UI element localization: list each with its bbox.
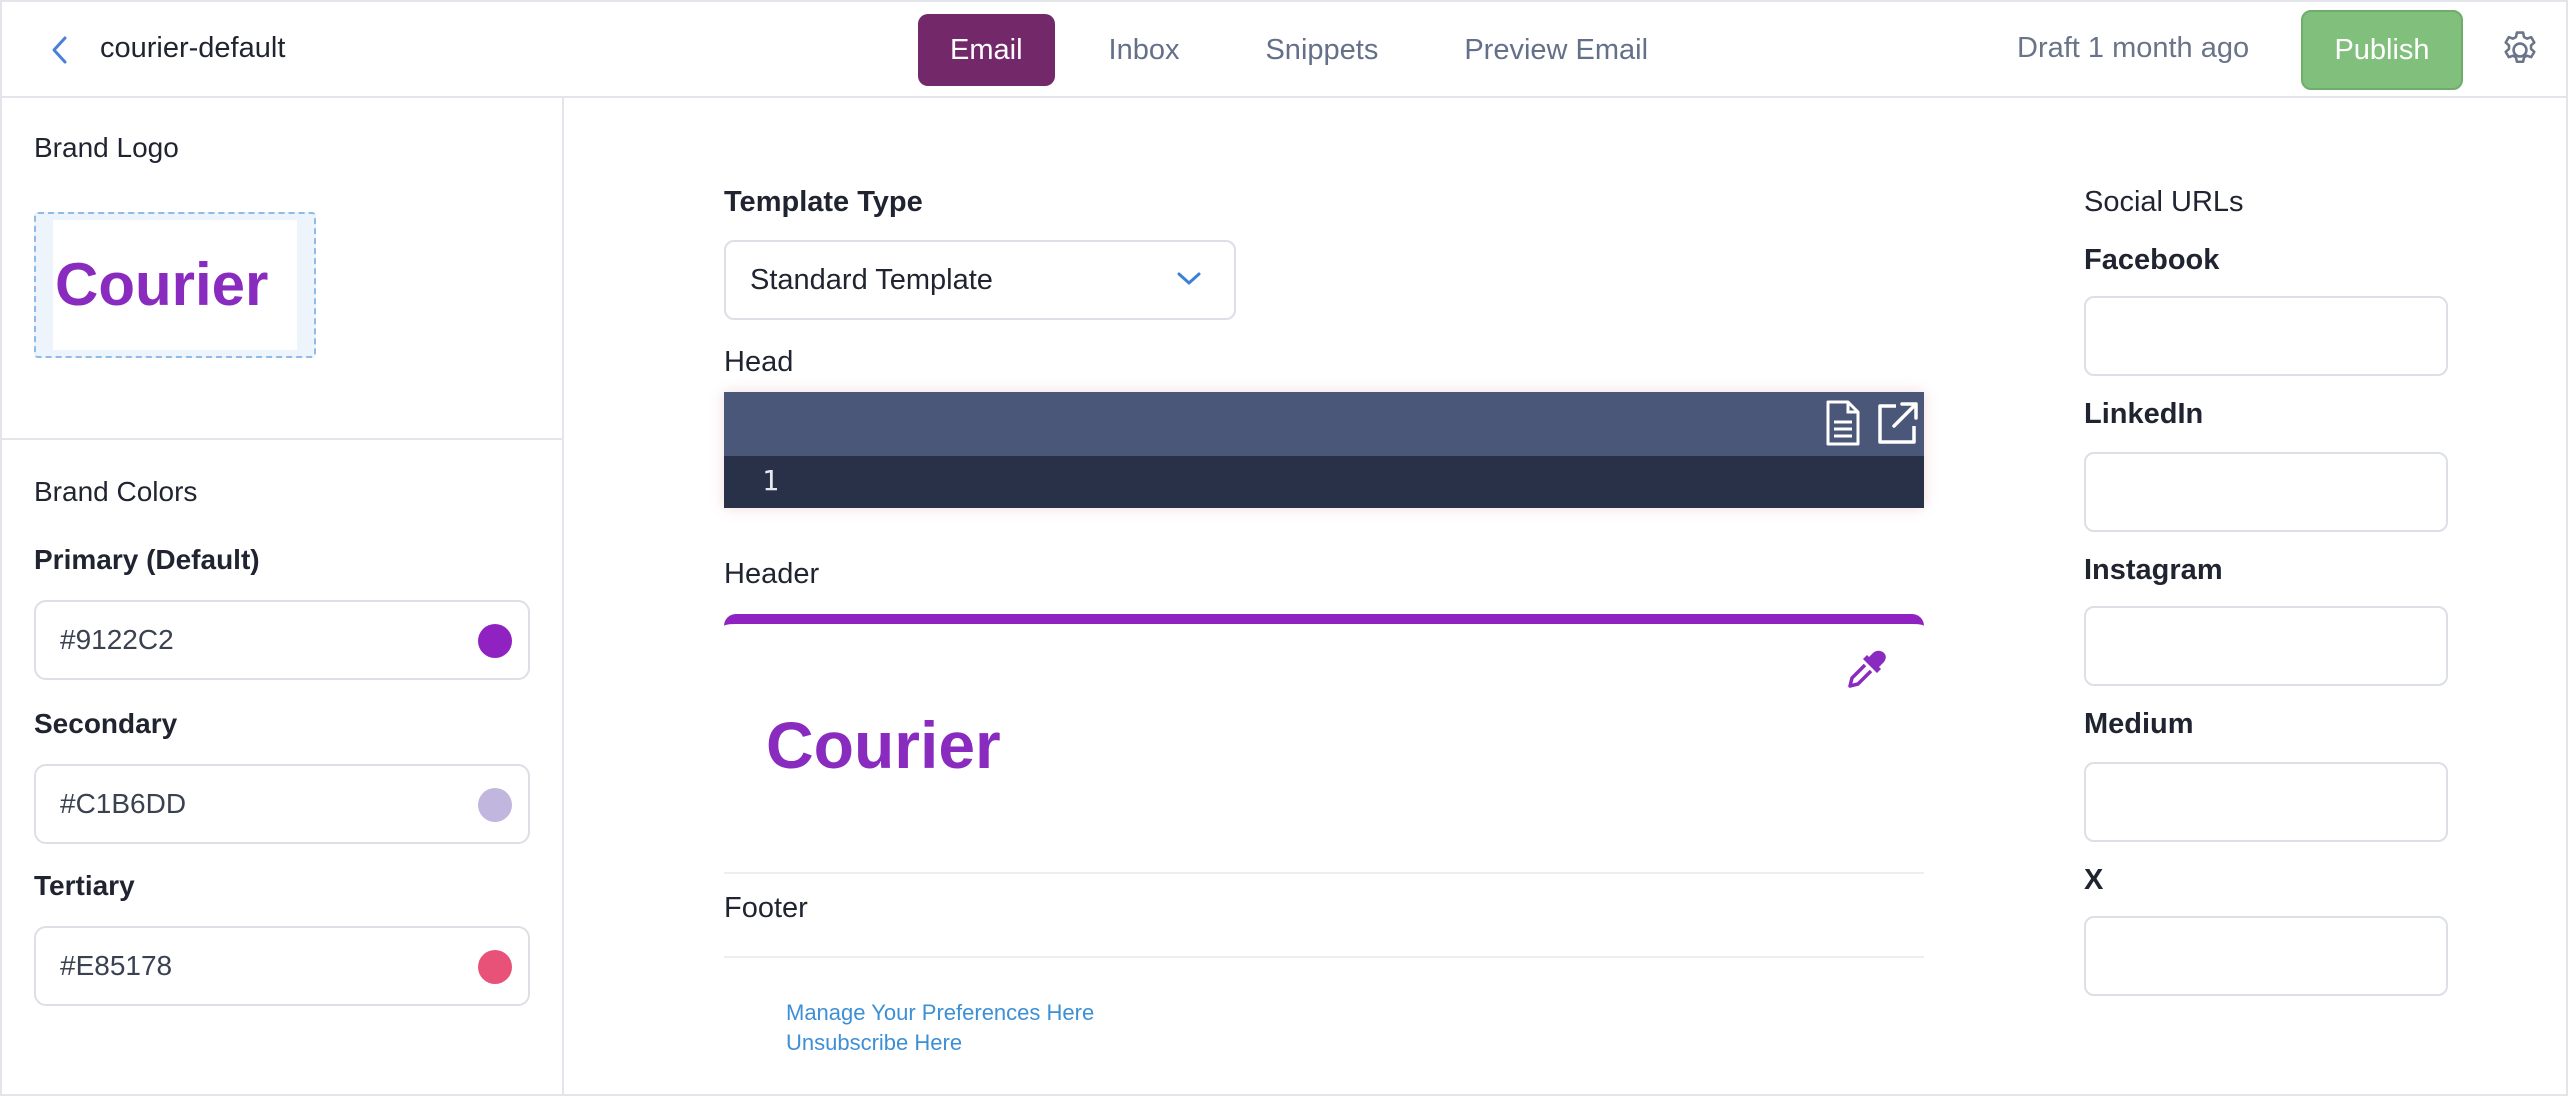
svg-text:Courier: Courier	[55, 251, 268, 318]
editor-toolbar	[724, 392, 1924, 456]
tab-bar: Email Inbox Snippets Preview Email	[918, 14, 1702, 86]
back-button[interactable]	[42, 30, 78, 70]
medium-label: Medium	[2084, 708, 2194, 740]
secondary-color-field[interactable]: #C1B6DD	[34, 764, 530, 844]
tertiary-color-field[interactable]: #E85178	[34, 926, 530, 1006]
line-number: 1	[762, 464, 779, 497]
primary-color-label: Primary (Default)	[34, 544, 260, 575]
tertiary-color-label: Tertiary	[34, 870, 135, 901]
courier-logo: Courier	[55, 251, 268, 318]
top-bar: courier-default Email Inbox Snippets Pre…	[2, 2, 2566, 98]
tab-snippets[interactable]: Snippets	[1233, 14, 1410, 86]
x-url-input[interactable]	[2084, 916, 2448, 996]
template-type-select[interactable]: Standard Template	[724, 240, 1236, 320]
head-code-editor[interactable]: 1	[724, 392, 1924, 508]
brand-logo-title: Brand Logo	[34, 132, 179, 163]
chevron-left-icon	[52, 36, 67, 64]
secondary-color-value: #C1B6DD	[60, 788, 187, 819]
instagram-label: Instagram	[2084, 554, 2223, 586]
x-label: X	[2084, 864, 2104, 896]
unsubscribe-link[interactable]: Unsubscribe Here	[786, 1030, 962, 1056]
sidebar-divider	[2, 438, 562, 440]
brand-logo-preview: Courier	[53, 220, 297, 350]
color-picker-button[interactable]	[1844, 648, 1888, 692]
chevron-down-icon	[1177, 272, 1201, 285]
secondary-color-label: Secondary	[34, 708, 178, 739]
copy-button[interactable]	[1820, 398, 1868, 450]
header-divider	[724, 872, 1924, 874]
publish-button[interactable]: Publish	[2301, 10, 2463, 90]
open-external-button[interactable]	[1874, 398, 1922, 450]
social-urls-title: Social URLs	[2084, 186, 2244, 218]
brand-sidebar: Brand Logo Courier Brand Colors Primary …	[2, 98, 564, 1094]
external-link-icon	[1878, 402, 1918, 444]
footer-divider	[724, 956, 1924, 958]
app-window: courier-default Email Inbox Snippets Pre…	[0, 0, 2568, 1096]
template-type-label: Template Type	[724, 186, 923, 218]
footer-label: Footer	[724, 892, 808, 924]
settings-button[interactable]	[2498, 28, 2542, 72]
brand-logo-upload[interactable]: Courier	[34, 212, 316, 358]
facebook-label: Facebook	[2084, 244, 2220, 276]
tertiary-color-value: #E85178	[60, 950, 173, 981]
gear-icon	[2504, 31, 2536, 64]
eyedropper-icon	[1848, 650, 1886, 688]
tab-inbox[interactable]: Inbox	[1077, 14, 1212, 86]
linkedin-label: LinkedIn	[2084, 398, 2204, 430]
brand-name: courier-default	[100, 32, 286, 64]
template-type-value: Standard Template	[750, 263, 993, 296]
email-header-block[interactable]: Courier	[724, 614, 1924, 874]
header-label: Header	[724, 558, 820, 590]
medium-url-input[interactable]	[2084, 762, 2448, 842]
courier-logo: Courier	[766, 708, 1001, 782]
primary-color-field[interactable]: #9122C2	[34, 600, 530, 680]
tab-preview-email[interactable]: Preview Email	[1432, 14, 1680, 86]
brand-colors-title: Brand Colors	[34, 476, 198, 507]
svg-text:Courier: Courier	[766, 708, 1001, 782]
secondary-color-swatch[interactable]	[478, 788, 512, 822]
instagram-url-input[interactable]	[2084, 606, 2448, 686]
draft-status: Draft 1 month ago	[2017, 32, 2250, 64]
document-icon	[1826, 400, 1860, 446]
primary-color-swatch[interactable]	[478, 624, 512, 658]
tertiary-color-swatch[interactable]	[478, 950, 512, 984]
linkedin-url-input[interactable]	[2084, 452, 2448, 532]
head-label: Head	[724, 346, 794, 378]
primary-color-value: #9122C2	[60, 624, 174, 655]
editor-body[interactable]: 1	[724, 456, 1924, 508]
tab-email[interactable]: Email	[918, 14, 1055, 86]
manage-preferences-link[interactable]: Manage Your Preferences Here	[786, 1000, 1094, 1026]
facebook-url-input[interactable]	[2084, 296, 2448, 376]
